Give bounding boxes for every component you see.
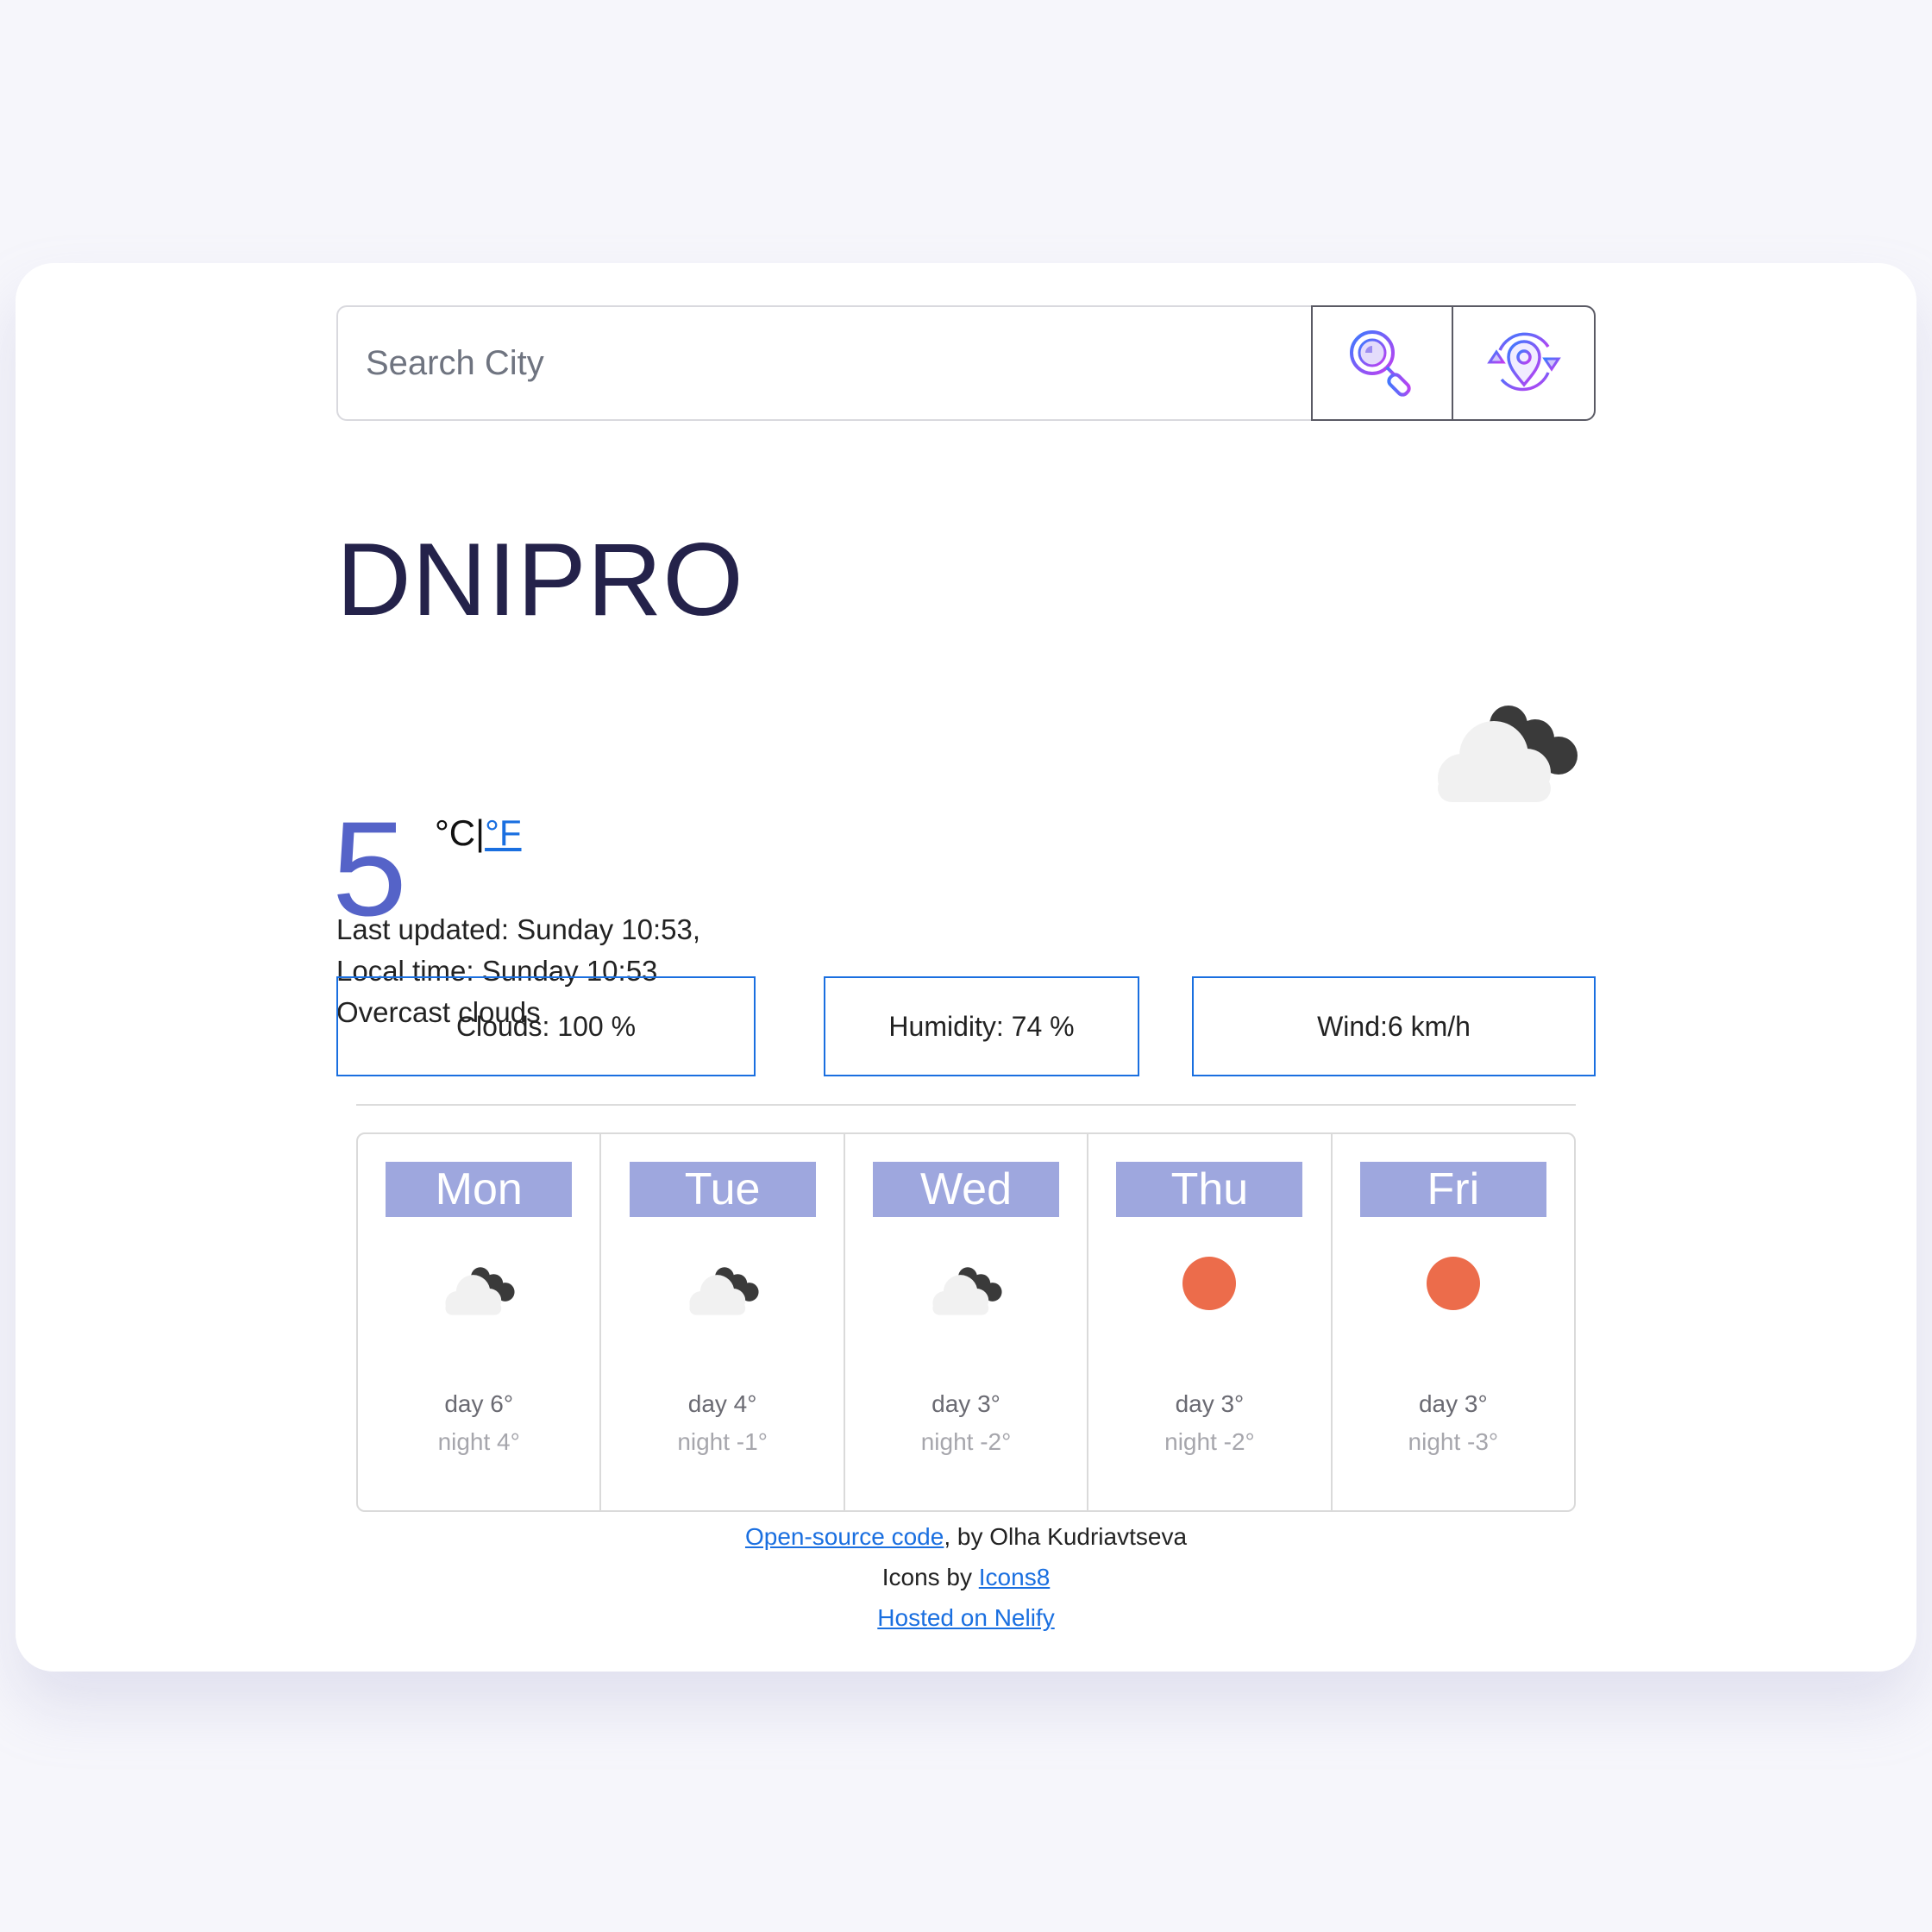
- night-temperature: night -1°: [677, 1428, 768, 1455]
- night-temperature: night -3°: [1408, 1428, 1499, 1455]
- fahrenheit-link[interactable]: °F: [485, 812, 521, 853]
- night-temperature: night -2°: [920, 1428, 1012, 1455]
- author-credit: , by Olha Kudriavtseva: [944, 1523, 1188, 1550]
- weather-card: DNIPRO Last updated: Sunday 10:53, Local…: [16, 263, 1916, 1672]
- magnifier-icon: [1349, 330, 1411, 397]
- search-input[interactable]: [336, 305, 1311, 421]
- icons-credit: Icons by: [881, 1564, 979, 1590]
- overcast-cloud-icon: [445, 1267, 515, 1315]
- hosted-link[interactable]: Hosted on Nelify: [877, 1604, 1054, 1631]
- unit-switch: °C|°F: [435, 812, 522, 854]
- footer-hosting-line: Hosted on Nelify: [336, 1597, 1596, 1638]
- overcast-cloud-icon: [932, 1267, 1002, 1315]
- day-name: Mon: [386, 1162, 573, 1217]
- overcast-cloud-icon: [689, 1267, 759, 1315]
- day-name: Thu: [1116, 1162, 1303, 1217]
- day-temperature: day 4°: [687, 1390, 757, 1417]
- search-form: [336, 305, 1596, 421]
- day-temperature: day 3°: [1418, 1390, 1488, 1417]
- day-temperature: day 3°: [1175, 1390, 1245, 1417]
- day-temperature: day 6°: [444, 1390, 514, 1417]
- city-name: DNIPRO: [336, 522, 744, 637]
- forecast-day: Fri day 3° night -3°: [1333, 1134, 1574, 1510]
- day-name: Fri: [1359, 1162, 1546, 1217]
- search-button[interactable]: [1311, 305, 1453, 421]
- humidity-stat: Humidity: 74 %: [824, 976, 1139, 1076]
- icons8-link[interactable]: Icons8: [979, 1564, 1051, 1590]
- unit-separator: |: [475, 812, 486, 853]
- clouds-stat: Clouds: 100 %: [336, 976, 756, 1076]
- day-name: Wed: [873, 1162, 1060, 1217]
- footer-source-line: Open-source code, by Olha Kudriavtseva: [336, 1516, 1596, 1557]
- forecast-day: Thu day 3° night -2°: [1088, 1134, 1333, 1510]
- wind-stat: Wind:6 km/h: [1192, 976, 1596, 1076]
- sun-icon: [1182, 1257, 1237, 1310]
- temperature-value: 5: [332, 794, 407, 944]
- footer-icons-line: Icons by Icons8: [336, 1557, 1596, 1597]
- section-divider: [356, 1104, 1576, 1106]
- current-location-icon: [1486, 332, 1561, 392]
- forecast: Mon day 6° night 4° Tue day 4° night -1°…: [356, 1132, 1576, 1512]
- current-location-button[interactable]: [1453, 305, 1596, 421]
- forecast-day: Mon day 6° night 4°: [358, 1134, 602, 1510]
- overcast-cloud-icon: [1438, 706, 1578, 802]
- open-source-link[interactable]: Open-source code: [745, 1523, 944, 1550]
- forecast-day: Tue day 4° night -1°: [601, 1134, 845, 1510]
- footer: Open-source code, by Olha Kudriavtseva I…: [336, 1516, 1596, 1638]
- night-temperature: night 4°: [437, 1428, 520, 1455]
- current-weather-icon: [1425, 699, 1585, 806]
- night-temperature: night -2°: [1164, 1428, 1255, 1455]
- sun-icon: [1426, 1257, 1480, 1310]
- celsius-unit[interactable]: °C: [435, 812, 475, 853]
- forecast-day: Wed day 3° night -2°: [845, 1134, 1089, 1510]
- day-name: Tue: [629, 1162, 816, 1217]
- day-temperature: day 3°: [932, 1390, 1000, 1417]
